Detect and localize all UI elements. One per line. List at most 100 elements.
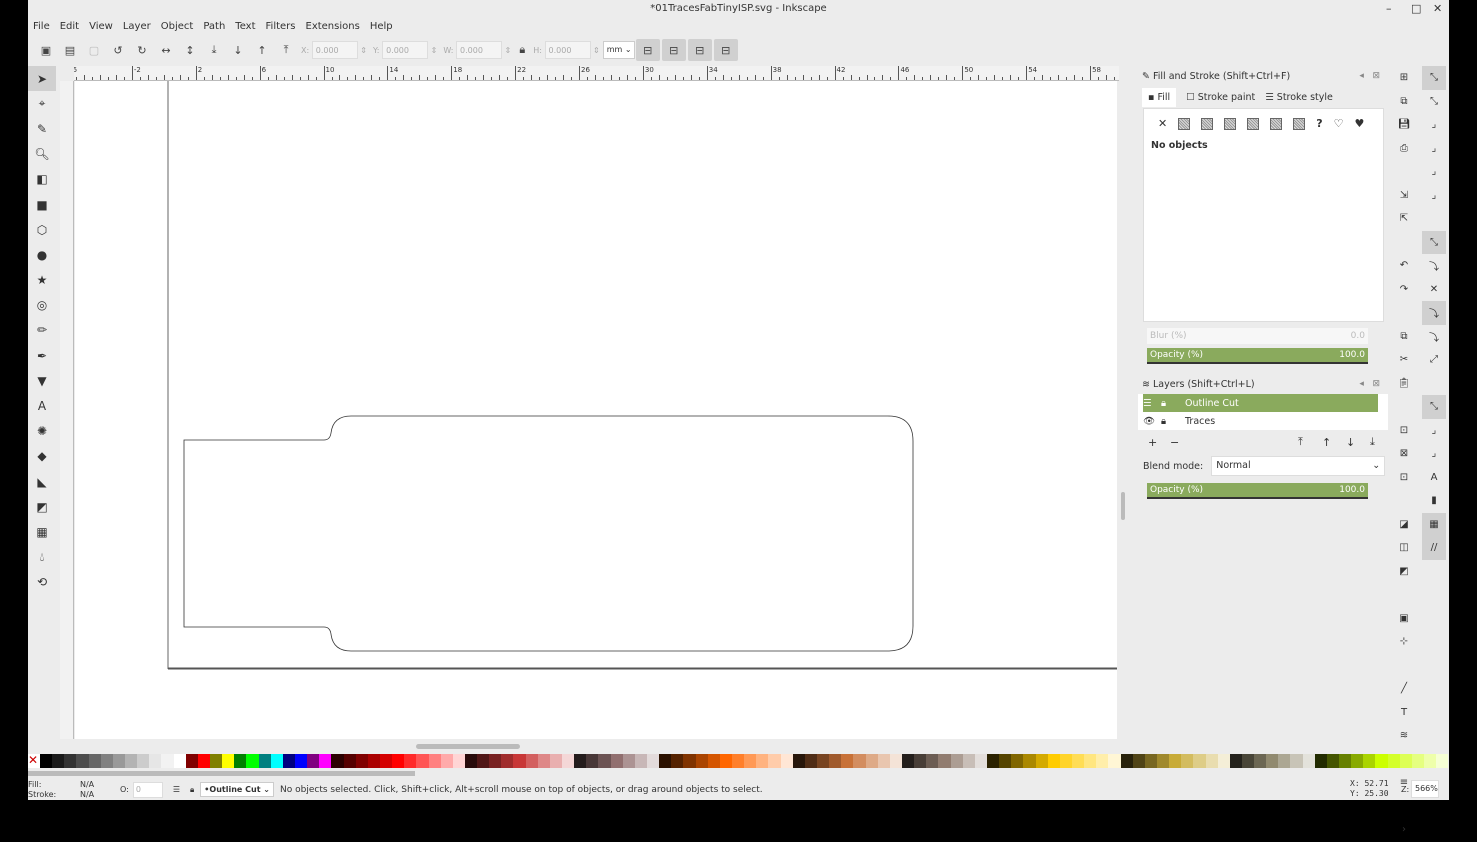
color-swatch[interactable] <box>392 754 405 768</box>
color-swatch[interactable] <box>901 754 915 768</box>
snap-midpoint-icon[interactable]: ⤢ <box>1422 348 1446 372</box>
scale-corners-icon[interactable]: ⊟ <box>661 39 686 61</box>
radial-gradient-icon[interactable] <box>1224 117 1237 130</box>
color-swatch[interactable] <box>1071 754 1085 768</box>
cut-icon[interactable]: ✂ <box>1392 348 1416 372</box>
ellipse-tool-icon[interactable]: ● <box>28 242 56 267</box>
color-swatch[interactable] <box>1023 754 1036 768</box>
text-tool-icon[interactable]: A <box>28 393 56 418</box>
lock-icon[interactable]: 🔒︎ <box>1161 398 1185 409</box>
color-swatch[interactable] <box>986 754 1000 768</box>
color-swatch[interactable] <box>149 754 162 768</box>
color-swatch[interactable] <box>1387 754 1400 768</box>
color-swatch[interactable] <box>817 754 830 768</box>
color-swatch[interactable] <box>416 754 429 768</box>
eraser-tool-icon[interactable]: ◆ <box>28 444 56 469</box>
no-color-swatch[interactable]: ✕ <box>28 754 40 768</box>
lock-icon[interactable]: 🔒︎ <box>514 39 530 61</box>
layer-opacity-slider[interactable]: Opacity (%) 100.0 <box>1147 483 1368 499</box>
color-swatch[interactable] <box>161 754 174 768</box>
color-swatch[interactable] <box>64 754 77 768</box>
zoom-page-icon[interactable]: ⊡ <box>1392 466 1416 490</box>
scale-stroke-icon[interactable]: ⊟ <box>635 39 660 61</box>
color-swatch[interactable] <box>1375 754 1388 768</box>
color-swatch[interactable] <box>999 754 1012 768</box>
fill-rule-evenodd-icon[interactable]: ♡ <box>1334 117 1344 130</box>
color-swatch[interactable] <box>1266 754 1279 768</box>
pen-tool-icon[interactable]: ✒ <box>28 343 56 368</box>
save-icon[interactable]: 💾︎ <box>1392 113 1416 137</box>
color-swatch[interactable] <box>683 754 696 768</box>
close-button[interactable]: ✕ <box>1433 0 1442 18</box>
layers-toggle-icon[interactable]: ☰ <box>173 785 180 794</box>
snap-bbox-icon[interactable]: ⤡ <box>1422 90 1446 114</box>
mesh-tool-icon[interactable]: ▦ <box>28 519 56 544</box>
layer-row-traces[interactable]: 👁︎ 🔒︎ Traces <box>1143 412 1378 430</box>
paint-bucket-tool-icon[interactable]: ◣ <box>28 469 56 494</box>
color-swatch[interactable] <box>562 754 575 768</box>
spiral-tool-icon[interactable]: ◎ <box>28 293 56 318</box>
gradient-tool-icon[interactable]: ◩ <box>28 494 56 519</box>
color-swatch[interactable] <box>659 754 672 768</box>
color-swatch[interactable] <box>1120 754 1133 768</box>
dropper-tool-icon[interactable]: 💧︎ <box>28 545 56 570</box>
mesh-gradient-icon[interactable] <box>1247 117 1260 130</box>
y-value[interactable]: 0.000 <box>382 41 429 59</box>
color-swatch[interactable] <box>1193 754 1206 768</box>
menu-filters[interactable]: Filters <box>261 18 301 36</box>
color-swatch[interactable] <box>962 754 975 768</box>
zoom-selection-icon[interactable]: ⊡ <box>1392 419 1416 443</box>
color-swatch[interactable] <box>950 754 963 768</box>
flip-vertical-icon[interactable]: ↕ <box>178 39 202 61</box>
color-swatch[interactable] <box>525 754 538 768</box>
color-swatch[interactable] <box>841 754 854 768</box>
print-icon[interactable]: ⎙ <box>1392 137 1416 161</box>
color-swatch[interactable] <box>367 754 380 768</box>
minimize-button[interactable]: – <box>1386 0 1392 18</box>
layer-row-outline-cut[interactable]: ☰ 🔒︎ Outline Cut <box>1143 394 1378 412</box>
w-field[interactable]: W: 0.000 ⇕ <box>443 41 511 59</box>
color-swatch[interactable] <box>974 754 987 768</box>
color-swatch[interactable] <box>804 754 817 768</box>
redo-icon[interactable]: ↷ <box>1392 278 1416 302</box>
color-swatch[interactable] <box>1144 754 1157 768</box>
panel-close-icon[interactable]: ◂ ⊠ <box>1359 379 1380 389</box>
x-value[interactable]: 0.000 <box>311 41 358 59</box>
color-swatch[interactable] <box>586 754 599 768</box>
undo-icon[interactable]: ↶ <box>1392 254 1416 278</box>
color-swatch[interactable] <box>477 754 490 768</box>
color-swatch[interactable] <box>768 754 781 768</box>
eye-icon[interactable]: 👁︎ <box>1143 416 1161 427</box>
select-all-icon[interactable]: ▣ <box>34 39 58 61</box>
color-swatch[interactable] <box>1132 754 1145 768</box>
blend-mode-select[interactable]: Normal ⌄ <box>1211 456 1386 476</box>
menu-view[interactable]: View <box>84 18 118 36</box>
add-layer-button[interactable]: + <box>1148 436 1170 449</box>
tab-fill[interactable]: ▪ Fill <box>1142 87 1177 107</box>
color-swatch[interactable] <box>707 754 720 768</box>
color-swatch[interactable] <box>246 754 259 768</box>
color-swatch[interactable] <box>222 754 235 768</box>
color-swatch[interactable] <box>671 754 684 768</box>
flat-color-icon[interactable] <box>1178 117 1191 130</box>
transform-gradients-icon[interactable]: ⊟ <box>687 39 712 61</box>
color-swatch[interactable] <box>853 754 866 768</box>
snap-bbox-edge-icon[interactable]: ⌟ <box>1422 113 1446 137</box>
color-swatch[interactable] <box>294 754 308 768</box>
new-document-icon[interactable]: ⊞ <box>1392 66 1416 90</box>
menu-file[interactable]: File <box>28 18 55 36</box>
color-swatch[interactable] <box>1326 754 1340 768</box>
linear-gradient-icon[interactable] <box>1201 117 1214 130</box>
snap-guide-icon[interactable]: // <box>1422 536 1446 560</box>
import-icon[interactable]: ⇲ <box>1392 184 1416 208</box>
raise-icon[interactable]: ↑ <box>250 39 274 61</box>
color-swatch[interactable] <box>355 754 368 768</box>
calligraphy-tool-icon[interactable]: ▼ <box>28 368 56 393</box>
color-swatch[interactable] <box>1096 754 1109 768</box>
menu-help[interactable]: Help <box>365 18 398 36</box>
color-swatch[interactable] <box>1314 754 1327 768</box>
deselect-icon[interactable]: ▢ <box>82 39 106 61</box>
color-swatch[interactable] <box>1363 754 1376 768</box>
duplicate-icon[interactable]: ◪ <box>1392 513 1416 537</box>
snap-text-baseline-icon[interactable]: A <box>1422 466 1446 490</box>
